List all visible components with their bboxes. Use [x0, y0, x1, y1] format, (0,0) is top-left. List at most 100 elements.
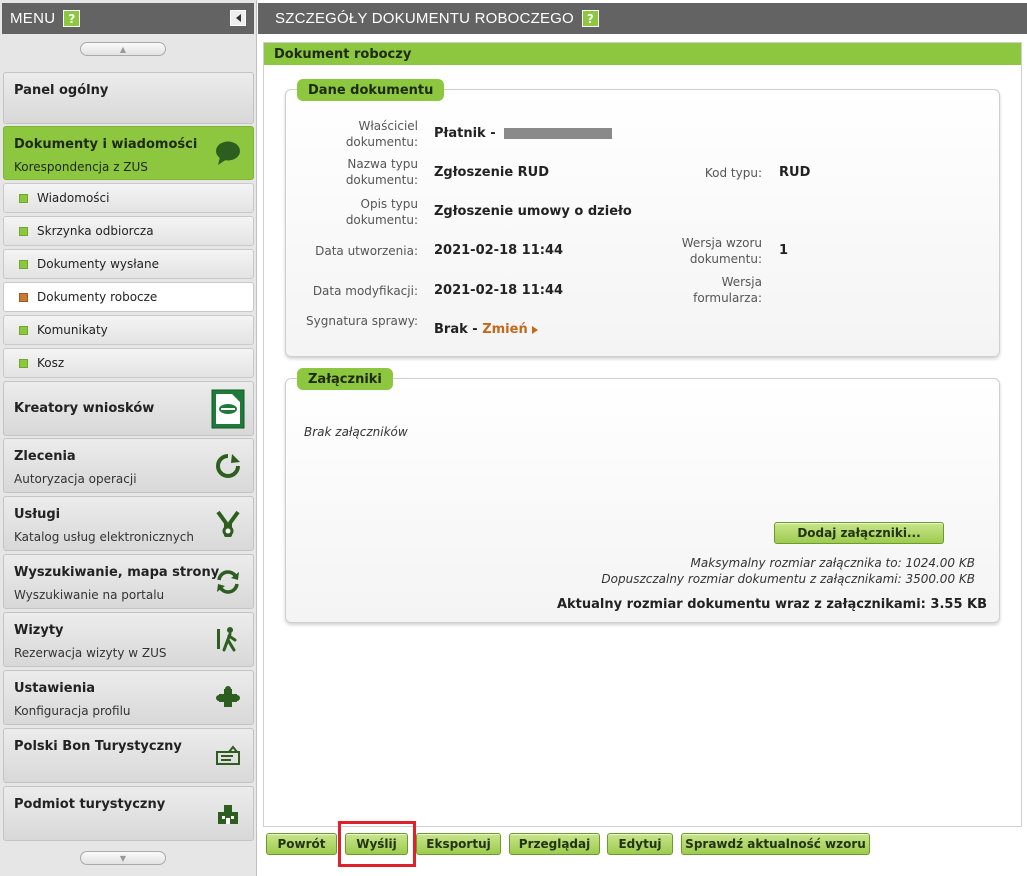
sidebar-item-panel-ogolny[interactable]: Panel ogólny	[3, 72, 254, 124]
bullet-icon	[19, 358, 28, 368]
sidebar-item-label: Zlecenia	[14, 449, 76, 464]
bullet-icon	[19, 259, 28, 269]
bullet-icon	[19, 325, 28, 335]
scroll-up-button[interactable]: ▲	[80, 42, 166, 56]
sidebar-subitem-skrzynka[interactable]: Skrzynka odbiorcza	[3, 216, 254, 246]
template-version-label: Wersja wzoru dokumentu:	[681, 236, 762, 266]
sidebar-item-label: Wizyty	[14, 623, 64, 638]
help-icon[interactable]: ?	[581, 10, 599, 27]
collapse-sidebar-button[interactable]	[230, 10, 246, 26]
owner-value: Płatnik -	[434, 126, 612, 142]
sidebar-subitem-komunikaty[interactable]: Komunikaty	[3, 315, 254, 345]
sidebar-item-sublabel: Korespondencja z ZUS	[14, 160, 148, 174]
document-panel: Dokument roboczy Dane dokumentu Właścici…	[263, 42, 1022, 855]
type-code-label: Kod typu:	[704, 166, 762, 180]
signature-value: Brak - Zmień	[434, 322, 538, 338]
sidebar-item-label: Panel ogólny	[14, 83, 109, 98]
sidebar-subitem-label: Kosz	[37, 356, 65, 370]
sidebar-item-sublabel: Autoryzacja operacji	[14, 472, 137, 486]
owner-label: Właściciel dokumentu:	[345, 119, 418, 149]
edit-button[interactable]: Edytuj	[607, 833, 673, 855]
sidebar-item-label: Wyszukiwanie, mapa strony	[14, 565, 220, 580]
sidebar-item-label: Ustawienia	[14, 681, 96, 696]
sidebar-item-uslugi[interactable]: Usługi Katalog usług elektronicznych	[3, 496, 254, 551]
current-document-size: Aktualny rozmiar dokumentu wraz z załącz…	[556, 597, 987, 612]
sidebar-header: MENU ?	[2, 3, 254, 34]
change-signature-link[interactable]: Zmień	[482, 322, 538, 337]
modified-value: 2021-02-18 11:44	[434, 283, 564, 298]
walking-person-icon	[211, 623, 245, 657]
check-template-button[interactable]: Sprawdź aktualność wzoru	[681, 833, 870, 855]
building-icon	[211, 797, 245, 831]
services-icon	[211, 507, 245, 541]
document-data-group: Dane dokumentu Właściciel dokumentu: Pła…	[285, 79, 1000, 357]
sidebar-item-podmiot-turystyczny[interactable]: Podmiot turystyczny	[3, 786, 254, 841]
add-attachments-button[interactable]: Dodaj załączniki...	[774, 522, 944, 544]
sidebar-item-dokumenty[interactable]: Dokumenty i wiadomości Korespondencja z …	[3, 126, 254, 180]
sidebar-subitem-label: Wiadomości	[37, 191, 110, 205]
page-header: SZCZEGÓŁY DOKUMENTU ROBOCZEGO ?	[258, 3, 1027, 34]
type-desc-value: Zgłoszenie umowy o dzieło	[434, 204, 632, 219]
sidebar-item-zlecenia[interactable]: Zlecenia Autoryzacja operacji	[3, 438, 254, 493]
change-link-label: Zmień	[482, 322, 528, 337]
page-title: SZCZEGÓŁY DOKUMENTU ROBOCZEGO	[275, 10, 574, 27]
attachments-group: Załączniki Brak załączników Dodaj załącz…	[285, 368, 1000, 623]
help-icon[interactable]: ?	[63, 10, 81, 27]
document-data-group-title: Dane dokumentu	[297, 79, 445, 101]
back-button[interactable]: Powrót	[266, 833, 337, 855]
bullet-icon	[19, 292, 28, 302]
sidebar-item-wyszukiwanie[interactable]: Wyszukiwanie, mapa strony Wyszukiwanie n…	[3, 554, 254, 609]
sidebar-item-sublabel: Konfiguracja profilu	[14, 704, 131, 718]
signature-label: Sygnatura sprawy:	[306, 314, 418, 328]
sidebar-item-label: Dokumenty i wiadomości	[14, 137, 198, 152]
redacted-block	[503, 128, 612, 139]
speech-bubble-icon	[211, 136, 245, 170]
bullet-icon	[19, 193, 28, 203]
sidebar-subitem-label: Dokumenty wysłane	[37, 257, 159, 271]
sidebar-item-label: Polski Bon Turystyczny	[14, 739, 182, 754]
sidebar-subitem-wyslane[interactable]: Dokumenty wysłane	[3, 249, 254, 279]
max-document-size: Dopuszczalny rozmiar dokumentu z załączn…	[601, 572, 975, 586]
sidebar-item-sublabel: Rezerwacja wizyty w ZUS	[14, 646, 167, 660]
type-name-label: Nazwa typu dokumentu:	[345, 157, 418, 187]
created-value: 2021-02-18 11:44	[434, 243, 564, 258]
chevron-left-icon	[235, 14, 241, 22]
signature-value-text: Brak -	[434, 322, 478, 337]
sidebar-subitem-kosz[interactable]: Kosz	[3, 348, 254, 378]
sidebar-subitem-label: Komunikaty	[37, 323, 108, 337]
sidebar-item-sublabel: Katalog usług elektronicznych	[14, 530, 194, 544]
arrow-right-icon	[531, 325, 538, 334]
sidebar-item-kreatory[interactable]: Kreatory wniosków	[3, 381, 254, 436]
sidebar-item-label: Usługi	[14, 507, 61, 522]
template-version-value: 1	[779, 243, 789, 258]
sidebar-subitem-label: Dokumenty robocze	[37, 290, 158, 304]
browse-button[interactable]: Przeglądaj	[509, 833, 600, 855]
sidebar-item-ustawienia[interactable]: Ustawienia Konfiguracja profilu	[3, 670, 254, 725]
sidebar: MENU ? ▲ Panel ogólny Dokumenty i wiadom…	[0, 0, 257, 876]
modified-label: Data modyfikacji:	[312, 284, 418, 298]
chevron-up-icon: ▲	[119, 44, 127, 54]
form-version-label: Wersja formularza:	[693, 275, 762, 305]
puzzle-icon	[211, 681, 245, 715]
type-name-value: Zgłoszenie RUD	[434, 165, 550, 180]
scroll-down-button[interactable]: ▼	[80, 851, 166, 865]
sidebar-subitem-label: Skrzynka odbiorcza	[37, 224, 154, 238]
chevron-down-icon: ▼	[119, 853, 127, 863]
panel-title: Dokument roboczy	[264, 43, 1021, 65]
sidebar-item-label: Podmiot turystyczny	[14, 797, 166, 812]
export-button[interactable]: Eksportuj	[416, 833, 501, 855]
sidebar-item-bon-turystyczny[interactable]: Polski Bon Turystyczny	[3, 728, 254, 783]
max-attachment-size: Maksymalny rozmiar załącznika to: 1024.0…	[690, 556, 975, 570]
created-label: Data utworzenia:	[315, 244, 418, 258]
sidebar-subitem-robocze[interactable]: Dokumenty robocze	[3, 282, 254, 312]
no-attachments-text: Brak załączników	[304, 425, 408, 439]
highlight-frame	[338, 821, 416, 867]
type-code-value: RUD	[779, 165, 811, 180]
bullet-icon	[19, 226, 28, 236]
sidebar-title: MENU	[10, 10, 56, 27]
sidebar-subitem-wiadomosci[interactable]: Wiadomości	[3, 183, 254, 213]
owner-value-text: Płatnik -	[434, 126, 496, 141]
sidebar-item-sublabel: Wyszukiwanie na portalu	[14, 588, 165, 602]
form-wizard-icon	[211, 389, 245, 428]
sidebar-item-wizyty[interactable]: Wizyty Rezerwacja wizyty w ZUS	[3, 612, 254, 667]
